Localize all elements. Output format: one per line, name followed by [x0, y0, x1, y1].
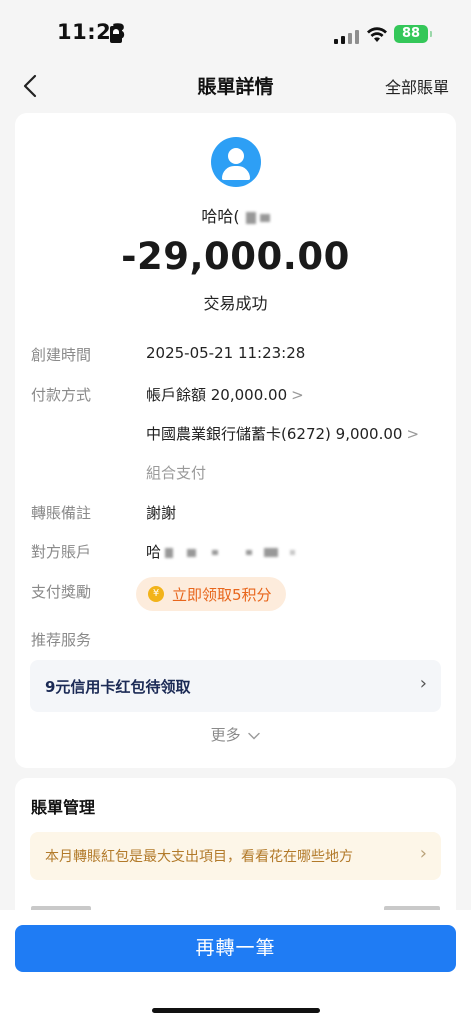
- payment-balance[interactable]: 帳戶餘額 20,000.00 >: [146, 384, 304, 405]
- redacted-mark: [165, 547, 174, 558]
- transaction-status: 交易成功: [203, 294, 268, 313]
- chevron-down-icon: [248, 732, 261, 739]
- bill-management-card: 賬單管理 本月轉賬紅包是最大支出項目，看看花在哪些地方 ›: [15, 778, 456, 928]
- status-bar: 11:23 88: [0, 0, 471, 64]
- bill-management-title: 賬單管理: [31, 798, 96, 817]
- recommended-services-label: 推荐服务: [31, 631, 92, 649]
- claim-points-label: 立即领取5积分: [172, 585, 272, 604]
- spending-insight-banner[interactable]: 本月轉賬紅包是最大支出項目，看看花在哪些地方 ›: [30, 832, 441, 880]
- redacted-mark: [212, 550, 219, 555]
- payment-bank-card[interactable]: 中國農業銀行儲蓄卡(6272) 9,000.00 >: [146, 423, 419, 444]
- redacted-mark: [290, 550, 296, 555]
- redacted-mark: [246, 550, 253, 555]
- counterparty-account-value: 哈: [146, 541, 296, 562]
- redacted-mark: [264, 548, 279, 557]
- chevron-right-icon: >: [291, 386, 304, 404]
- payee-name: 哈哈(: [15, 203, 456, 227]
- chevron-right-icon: ›: [419, 843, 427, 864]
- transfer-note-label: 轉賬備註: [31, 504, 92, 522]
- transfer-note-value: 謝謝: [146, 504, 177, 522]
- redacted-mark: [187, 548, 197, 557]
- claim-points-button[interactable]: ¥ 立即领取5积分: [136, 577, 286, 611]
- id-card-icon: [110, 26, 122, 43]
- created-time-value: 2025-05-21 11:23:28: [146, 344, 306, 362]
- counterparty-account-label: 對方賬戶: [31, 543, 92, 561]
- counterparty-account-text: 哈: [146, 543, 162, 561]
- battery-indicator: 88: [394, 25, 432, 43]
- payment-reward-label: 支付獎勵: [31, 583, 92, 601]
- chevron-right-icon: ›: [419, 673, 427, 694]
- chevron-right-icon: >: [406, 425, 420, 443]
- credit-card-red-packet-banner[interactable]: 9元信用卡红包待领取 ›: [30, 660, 441, 712]
- redacted-mark: [245, 211, 256, 224]
- payment-bank-card-text: 中國農業銀行儲蓄卡(6272) 9,000.00: [146, 425, 403, 443]
- all-bills-link[interactable]: 全部賬單: [385, 74, 449, 98]
- wifi-icon: [367, 27, 387, 42]
- transfer-again-button[interactable]: 再轉一筆: [15, 925, 456, 972]
- amount: -29,000.00: [121, 235, 350, 278]
- redacted-mark: [259, 213, 270, 222]
- user-avatar-icon: [211, 137, 261, 187]
- transaction-card: 哈哈( -29,000.00 交易成功 創建時間 2025-05-21 11:2…: [15, 113, 456, 768]
- home-indicator: [152, 1008, 320, 1013]
- more-label: 更多: [210, 726, 241, 744]
- cellular-signal-icon: [334, 27, 360, 44]
- spending-insight-text: 本月轉賬紅包是最大支出項目，看看花在哪些地方: [45, 849, 353, 865]
- payee-name-text: 哈哈(: [201, 207, 240, 226]
- nav-bar: 賬單詳情 全部賬單: [0, 64, 471, 108]
- promo-text: 9元信用卡红包待领取: [45, 678, 191, 696]
- created-time-label: 創建時間: [31, 346, 92, 364]
- more-button[interactable]: 更多: [15, 724, 456, 745]
- payment-balance-text: 帳戶餘額 20,000.00: [146, 386, 288, 404]
- coin-icon: ¥: [148, 586, 164, 602]
- combined-payment-text: 組合支付: [146, 464, 207, 482]
- payment-method-label: 付款方式: [31, 386, 92, 404]
